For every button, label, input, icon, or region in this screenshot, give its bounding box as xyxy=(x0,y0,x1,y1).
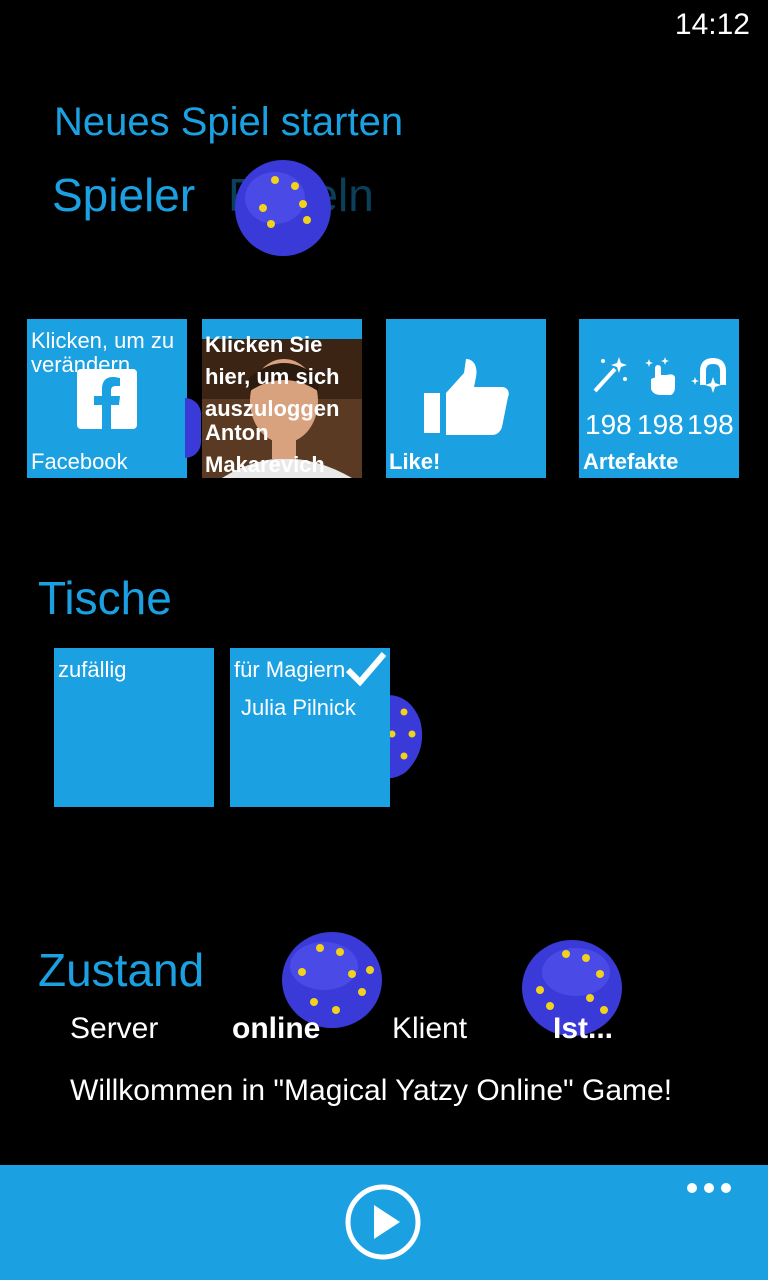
checkmark-icon xyxy=(345,652,387,686)
facebook-tile[interactable]: Klicken, um zu verändern Facebook xyxy=(27,319,187,478)
artifact-count-2: 198 xyxy=(637,409,684,440)
artifact-count-1: 198 xyxy=(585,409,632,440)
like-label: Like! xyxy=(389,449,441,474)
table-magicians-label: für Magiern xyxy=(234,657,346,682)
state-title: Zustand xyxy=(38,944,205,996)
tables-title: Tische xyxy=(38,572,172,624)
logout-hint: Klicken Sie hier, um sich auszuloggen xyxy=(205,332,340,421)
dice-icon xyxy=(185,398,201,458)
client-status: Ist... xyxy=(553,1012,614,1045)
pivot-players[interactable]: Spieler xyxy=(52,168,195,222)
like-tile[interactable]: Like! xyxy=(386,319,546,478)
table-random-label: zufällig xyxy=(58,657,127,682)
facebook-hint: Klicken, um zu verändern xyxy=(31,328,175,377)
artifacts-tile[interactable]: 198 198 198 Artefakte xyxy=(579,319,739,478)
tap-icon xyxy=(645,357,675,395)
dice-icon xyxy=(235,160,331,256)
table-random-tile[interactable]: zufällig xyxy=(54,648,214,807)
artifact-count-3: 198 xyxy=(687,409,734,440)
account-tile[interactable]: Klicken Sie hier, um sich auszuloggen An… xyxy=(202,319,362,478)
welcome-message: Willkommen in "Magical Yatzy Online" Gam… xyxy=(70,1074,673,1107)
account-name: Anton Makarevich xyxy=(205,420,325,477)
page-title: Neues Spiel starten xyxy=(54,100,404,144)
more-icon[interactable] xyxy=(686,1176,732,1196)
magic-wand-icon xyxy=(593,357,627,393)
thumbs-up-icon xyxy=(424,359,509,435)
facebook-label: Facebook xyxy=(31,449,128,474)
table-player-name: Julia Pilnick xyxy=(241,695,356,720)
play-icon[interactable] xyxy=(344,1183,422,1261)
table-magicians-tile[interactable]: für Magiern Julia Pilnick xyxy=(230,648,390,807)
artifacts-label: Artefakte xyxy=(583,449,679,474)
server-status: online xyxy=(232,1012,321,1045)
client-label: Klient xyxy=(392,1012,468,1045)
server-label: Server xyxy=(70,1012,159,1045)
magnet-icon xyxy=(691,357,726,393)
status-time: 14:12 xyxy=(674,8,750,41)
